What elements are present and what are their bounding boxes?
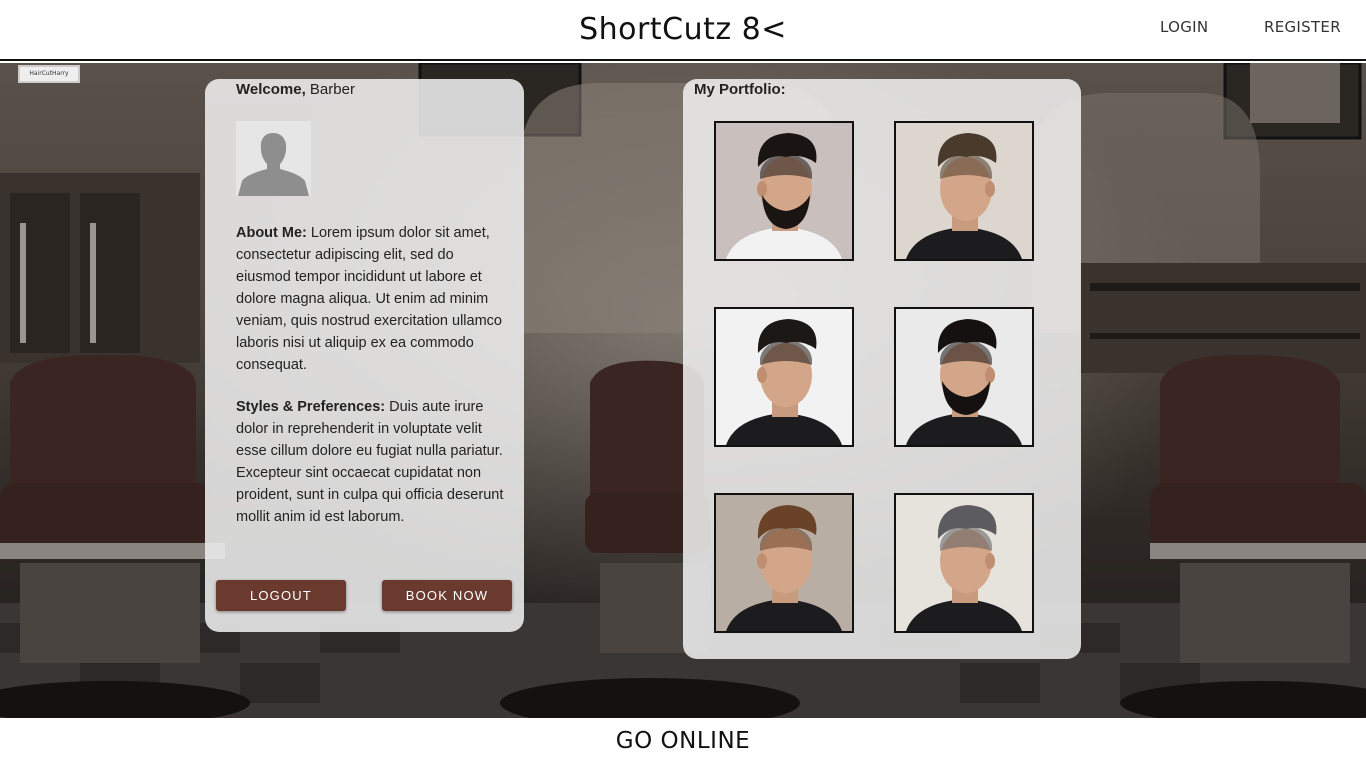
register-link[interactable]: REGISTER — [1264, 18, 1341, 36]
go-online-button[interactable]: GO ONLINE — [0, 728, 1366, 754]
haircut-photo — [716, 495, 852, 631]
about-me-label: About Me: — [236, 225, 307, 241]
about-me-section: About Me: Lorem ipsum dolor sit amet, co… — [236, 222, 512, 376]
styles-text: Duis aute irure dolor in reprehenderit i… — [236, 399, 504, 525]
styles-preferences-section: Styles & Preferences: Duis aute irure do… — [236, 396, 512, 528]
footer-bar: GO ONLINE — [0, 718, 1366, 768]
user-silhouette-icon — [236, 121, 311, 196]
welcome-prefix: Welcome, — [236, 81, 306, 98]
avatar — [236, 121, 311, 196]
haircut-photo — [896, 309, 1032, 445]
login-link[interactable]: LOGIN — [1160, 18, 1208, 36]
portfolio-image-grey-quiff-fade[interactable] — [894, 493, 1034, 633]
portfolio-image-textured-crop-fade[interactable] — [714, 493, 854, 633]
portfolio-image-curly-fade-beard[interactable] — [894, 307, 1034, 447]
welcome-username: Barber — [309, 81, 355, 98]
styles-label: Styles & Preferences: — [236, 399, 386, 415]
haircut-photo — [896, 495, 1032, 631]
top-header: ShortCutz 8< LOGIN REGISTER — [0, 0, 1366, 61]
shop-sign: HairCutHarry — [18, 65, 80, 83]
haircut-photo — [896, 123, 1032, 259]
welcome-heading: Welcome, Barber — [236, 81, 355, 98]
haircut-photo — [716, 309, 852, 445]
book-now-button[interactable]: BOOK NOW — [382, 580, 512, 611]
portfolio-image-spiky-fade[interactable] — [714, 307, 854, 447]
haircut-photo — [716, 123, 852, 259]
portfolio-image-textured-quiff[interactable] — [894, 121, 1034, 261]
about-me-text: Lorem ipsum dolor sit amet, consectetur … — [236, 225, 502, 373]
logout-button[interactable]: LOGOUT — [216, 580, 346, 611]
portfolio-title: My Portfolio: — [694, 81, 786, 98]
portfolio-image-pompadour-beard-fade[interactable] — [714, 121, 854, 261]
